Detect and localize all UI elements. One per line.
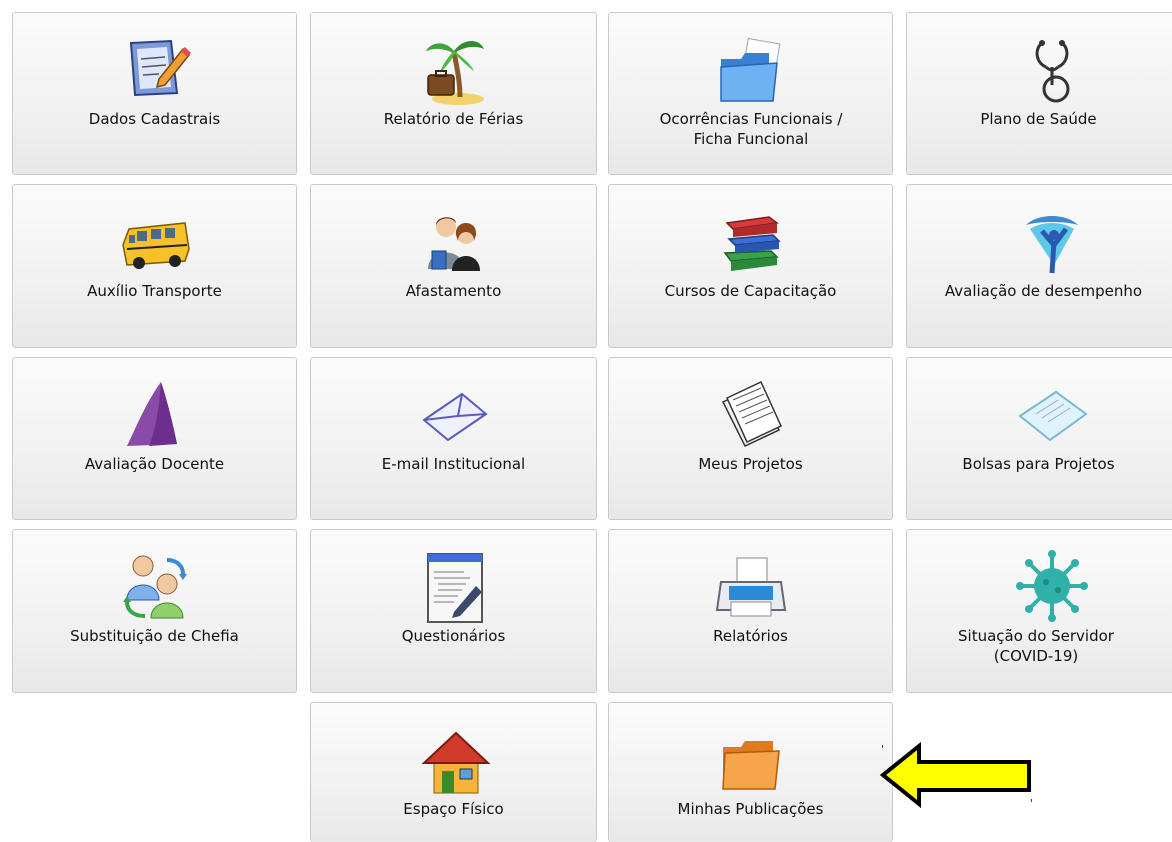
tile-substituicao-chefia[interactable]: Substituição de Chefia bbox=[12, 529, 297, 693]
house-icon bbox=[414, 719, 494, 799]
tile-bolsas-projetos[interactable]: Bolsas para Projetos bbox=[906, 357, 1172, 520]
yellow-arrow-annotation bbox=[879, 740, 1035, 810]
dot-mark bbox=[1031, 799, 1032, 802]
orange-folder-icon bbox=[711, 719, 791, 799]
tile-label: Plano de Saúde bbox=[980, 110, 1097, 128]
blue-folder-icon bbox=[711, 29, 791, 109]
tile-label: Bolsas para Projetos bbox=[962, 455, 1115, 473]
tile-avaliacao-docente[interactable]: Avaliação Docente bbox=[12, 357, 297, 520]
stethoscope-icon bbox=[1012, 29, 1092, 109]
tile-situacao-servidor[interactable]: Situação do Servidor (COVID-19) bbox=[906, 529, 1172, 693]
tile-label: Auxílio Transporte bbox=[87, 282, 222, 300]
paper-sheet-icon bbox=[1012, 374, 1092, 454]
tile-espaco-fisico[interactable]: Espaço Físico bbox=[310, 702, 597, 842]
tile-questionarios[interactable]: Questionários bbox=[310, 529, 597, 693]
tile-label: E-mail Institucional bbox=[381, 455, 526, 473]
tile-label: Espaço Físico bbox=[403, 800, 504, 818]
tile-ocorrencias-funcionais[interactable]: Ocorrências Funcionais / Ficha Funcional bbox=[608, 12, 893, 175]
tile-label: Minhas Publicações bbox=[677, 800, 824, 818]
tile-email-institucional[interactable]: E-mail Institucional bbox=[310, 357, 597, 520]
school-bus-icon bbox=[115, 201, 195, 281]
documents-stack-icon bbox=[711, 374, 791, 454]
palm-tree-suitcase-icon bbox=[414, 29, 494, 109]
tile-afastamento[interactable]: Afastamento bbox=[310, 184, 597, 348]
printer-icon bbox=[711, 546, 791, 626]
tile-label: Questionários bbox=[401, 627, 506, 645]
tile-label: Ocorrências Funcionais / Ficha Funcional bbox=[659, 110, 843, 148]
purple-sail-icon bbox=[115, 374, 195, 454]
tile-minhas-publicacoes[interactable]: Minhas Publicações bbox=[608, 702, 893, 842]
tile-label: Dados Cadastrais bbox=[88, 110, 221, 128]
tile-plano-saude[interactable]: Plano de Saúde bbox=[906, 12, 1172, 175]
envelope-icon bbox=[414, 374, 494, 454]
tile-label: Substituição de Chefia bbox=[70, 627, 239, 645]
tile-label: Afastamento bbox=[405, 282, 502, 300]
virus-icon bbox=[1012, 546, 1092, 626]
tile-dados-cadastrais[interactable]: Dados Cadastrais bbox=[12, 12, 297, 175]
tile-relatorio-ferias[interactable]: Relatório de Férias bbox=[310, 12, 597, 175]
form-pencil-icon bbox=[115, 29, 195, 109]
text-editor-icon bbox=[414, 546, 494, 626]
tile-cursos-capacitacao[interactable]: Cursos de Capacitação bbox=[608, 184, 893, 348]
tile-label: Relatórios bbox=[713, 627, 788, 645]
tile-meus-projetos[interactable]: Meus Projetos bbox=[608, 357, 893, 520]
tile-relatorios[interactable]: Relatórios bbox=[608, 529, 893, 693]
tile-label: Avaliação de desempenho bbox=[944, 282, 1143, 300]
tile-auxilio-transporte[interactable]: Auxílio Transporte bbox=[12, 184, 297, 348]
tile-label: Cursos de Capacitação bbox=[664, 282, 837, 300]
tile-label: Relatório de Férias bbox=[383, 110, 524, 128]
tile-label: Avaliação Docente bbox=[84, 455, 225, 473]
user-swap-icon bbox=[115, 546, 195, 626]
dot-mark bbox=[882, 745, 883, 748]
tile-label: Meus Projetos bbox=[698, 455, 803, 473]
people-icon bbox=[414, 201, 494, 281]
tile-avaliacao-desempenho[interactable]: Avaliação de desempenho bbox=[906, 184, 1172, 348]
books-icon bbox=[711, 201, 791, 281]
performance-figure-icon bbox=[1012, 201, 1092, 281]
tile-label: Situação do Servidor (COVID-19) bbox=[958, 627, 1114, 665]
